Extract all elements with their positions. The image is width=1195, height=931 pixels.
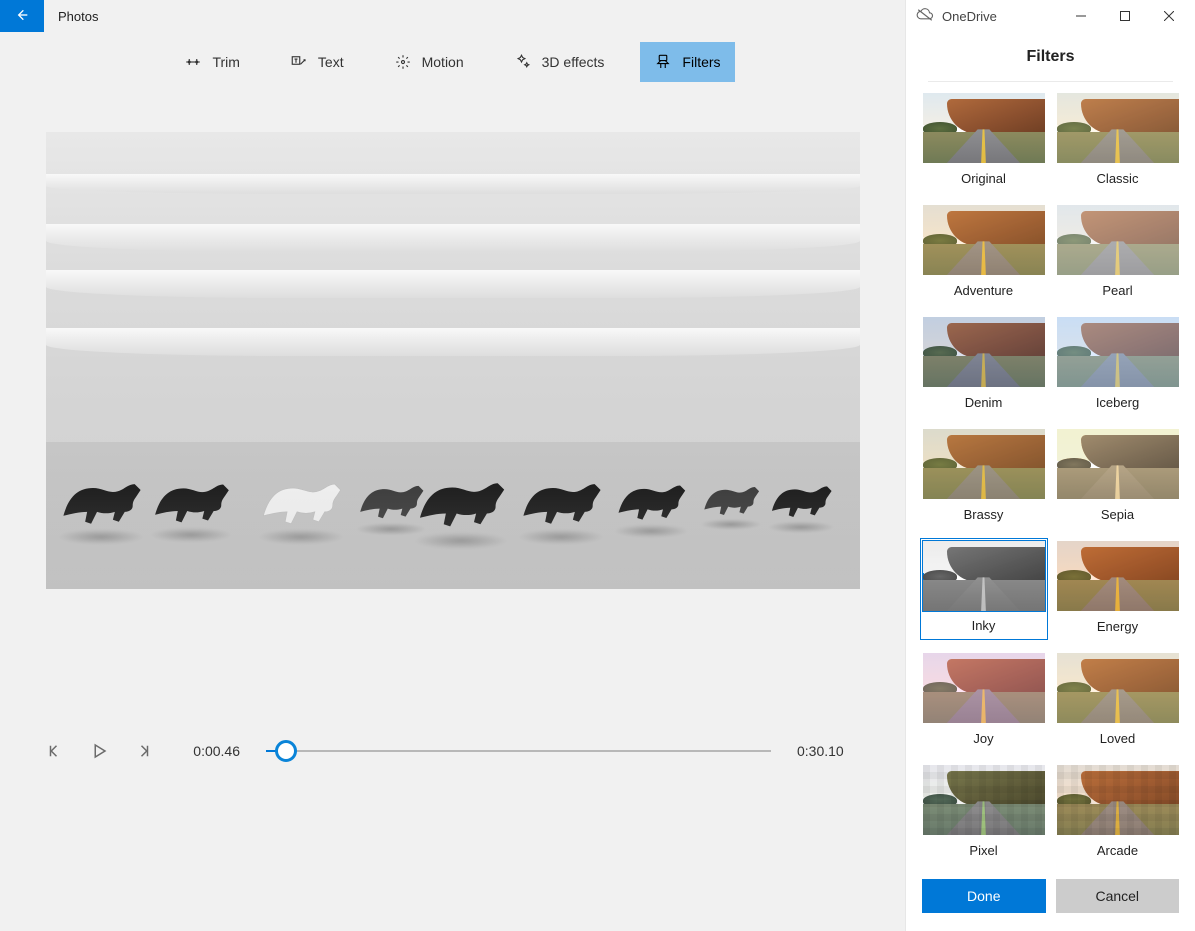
tool-motion-label: Motion — [422, 54, 464, 70]
tool-3d-effects[interactable]: 3D effects — [500, 42, 619, 82]
filter-denim[interactable]: Denim — [923, 317, 1045, 413]
filters-icon — [654, 53, 672, 71]
app-title: Photos — [44, 9, 98, 24]
done-button[interactable]: Done — [922, 879, 1046, 913]
filter-label: Energy — [1097, 611, 1138, 637]
editor-toolbar: Trim Text Motion 3D effects Filters — [0, 32, 905, 92]
filter-label: Brassy — [964, 499, 1004, 525]
filters-panel-title: Filters — [906, 32, 1195, 83]
side-titlebar: OneDrive — [906, 0, 1195, 32]
window-minimize-button[interactable] — [1059, 2, 1103, 30]
filter-iceberg[interactable]: Iceberg — [1057, 317, 1179, 413]
filter-adventure[interactable]: Adventure — [923, 205, 1045, 301]
arrow-left-icon — [14, 7, 30, 26]
filter-inky[interactable]: Inky — [923, 541, 1045, 637]
filter-label: Original — [961, 163, 1006, 189]
filter-pearl[interactable]: Pearl — [1057, 205, 1179, 301]
filters-scroll[interactable]: Original Classic Adventure Pearl Denim Iceber… — [906, 83, 1195, 867]
play-button[interactable] — [90, 742, 108, 760]
back-button[interactable] — [0, 0, 44, 32]
window-maximize-button[interactable] — [1103, 2, 1147, 30]
tool-motion[interactable]: Motion — [380, 42, 478, 82]
filter-label: Classic — [1097, 163, 1139, 189]
tool-trim-label: Trim — [212, 54, 239, 70]
cancel-button[interactable]: Cancel — [1056, 879, 1180, 913]
text-icon — [290, 53, 308, 71]
filter-original[interactable]: Original — [923, 93, 1045, 189]
timeline-controls: 0:00.46 0:30.10 — [0, 729, 905, 773]
app-main: Photos Trim Text Motion 3D effects Filte… — [0, 0, 905, 931]
frame-back-button[interactable] — [46, 742, 64, 760]
filters-side-pane: OneDrive Filters Original Classic Adventur… — [905, 0, 1195, 931]
video-stage — [46, 132, 860, 589]
filter-label: Pearl — [1102, 275, 1132, 301]
sparkle-icon — [514, 53, 532, 71]
window-close-button[interactable] — [1147, 2, 1191, 30]
filter-sepia[interactable]: Sepia — [1057, 429, 1179, 525]
filter-pixel[interactable]: Pixel — [923, 765, 1045, 861]
filter-label: Pixel — [969, 835, 997, 861]
tool-text[interactable]: Text — [276, 42, 358, 82]
tool-filters-label: Filters — [682, 54, 720, 70]
filter-brassy[interactable]: Brassy — [923, 429, 1045, 525]
cloud-off-icon — [916, 8, 934, 25]
onedrive-label: OneDrive — [942, 9, 997, 24]
panel-buttons: Done Cancel — [906, 867, 1195, 931]
filter-label: Iceberg — [1096, 387, 1139, 413]
filter-label: Sepia — [1101, 499, 1134, 525]
filter-label: Joy — [973, 723, 993, 749]
tool-filters[interactable]: Filters — [640, 42, 734, 82]
filter-label: Arcade — [1097, 835, 1138, 861]
filter-joy[interactable]: Joy — [923, 653, 1045, 749]
trim-icon — [184, 53, 202, 71]
timeline-slider[interactable] — [266, 734, 771, 768]
filter-loved[interactable]: Loved — [1057, 653, 1179, 749]
frame-forward-button[interactable] — [134, 742, 152, 760]
filter-label: Inky — [972, 611, 996, 637]
tool-trim[interactable]: Trim — [170, 42, 253, 82]
filter-arcade[interactable]: Arcade — [1057, 765, 1179, 861]
time-duration: 0:30.10 — [797, 743, 859, 759]
filter-classic[interactable]: Classic — [1057, 93, 1179, 189]
tool-text-label: Text — [318, 54, 344, 70]
titlebar: Photos — [0, 0, 905, 32]
tool-3d-label: 3D effects — [542, 54, 605, 70]
video-frame[interactable] — [46, 132, 860, 589]
time-current: 0:00.46 — [178, 743, 240, 759]
filter-energy[interactable]: Energy — [1057, 541, 1179, 637]
filter-label: Loved — [1100, 723, 1135, 749]
filter-label: Adventure — [954, 275, 1013, 301]
filter-label: Denim — [965, 387, 1003, 413]
motion-icon — [394, 53, 412, 71]
